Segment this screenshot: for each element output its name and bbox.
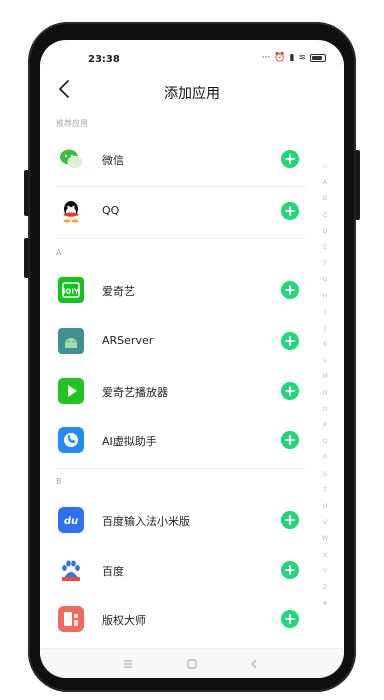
index-letter[interactable]: D (318, 223, 332, 239)
index-letter[interactable]: Q (318, 433, 332, 449)
index-letter[interactable]: X (318, 547, 332, 563)
section-label-recommended: 推荐应用 (56, 119, 88, 128)
index-letter[interactable]: R (318, 449, 332, 465)
index-letter[interactable]: H (318, 288, 332, 304)
app-name: 爱奇艺 (102, 285, 135, 298)
wifi-icon: ≋ (298, 53, 306, 63)
app-name: QQ (102, 204, 120, 217)
index-letter[interactable]: O (318, 401, 332, 417)
index-letter[interactable]: J (318, 320, 332, 336)
svg-text:iQIY: iQIY (63, 288, 80, 296)
arserver-icon (58, 328, 84, 354)
divider (56, 468, 306, 469)
add-button[interactable] (281, 561, 299, 579)
app-row-iqiyi[interactable]: iQIY 爱奇艺 (40, 271, 310, 311)
app-row-arserver[interactable]: ARServer (40, 322, 310, 362)
signal-icon: ▮ (289, 53, 295, 63)
add-button[interactable] (281, 610, 299, 628)
index-letter[interactable]: C (318, 207, 332, 223)
status-bar: 23:38 ··· ⏰ ▮ ≋ (40, 40, 344, 70)
index-letter[interactable]: T (318, 482, 332, 498)
svg-text:du: du (64, 516, 78, 527)
battery-icon (310, 54, 326, 62)
app-name: ARServer (102, 334, 154, 347)
index-letter[interactable]: F (318, 255, 332, 271)
app-name: 百度输入法小米版 (102, 515, 190, 528)
index-letter[interactable]: A (318, 174, 332, 190)
add-button[interactable] (281, 382, 299, 400)
status-time: 23:38 (88, 54, 120, 65)
app-row-baidu-input[interactable]: du 百度输入法小米版 (40, 501, 310, 541)
add-button[interactable] (281, 332, 299, 350)
wechat-icon (58, 146, 84, 172)
app-row-ai-assistant[interactable]: AI虚拟助手 (40, 421, 310, 461)
index-letter[interactable]: M (318, 368, 332, 384)
app-row-copyright-master[interactable]: 版权大师 (40, 600, 310, 640)
index-letter[interactable]: L (318, 352, 332, 368)
divider (56, 238, 306, 239)
add-button[interactable] (281, 431, 299, 449)
iqiyi-player-icon (58, 378, 84, 404)
baidu-input-icon: du (58, 507, 84, 533)
more-icon: ··· (261, 53, 271, 63)
menu-button[interactable] (120, 656, 136, 672)
add-button[interactable] (281, 511, 299, 529)
home-icon (187, 659, 197, 669)
index-letter[interactable]: W (318, 530, 332, 546)
alphabet-index-bar[interactable]: ☆ A B C D E F G H I J K L M N O P Q R S … (318, 158, 332, 611)
add-button[interactable] (281, 202, 299, 220)
index-letter[interactable]: # (318, 595, 332, 611)
app-row-qq[interactable]: QQ (40, 192, 310, 232)
index-letter[interactable]: I (318, 304, 332, 320)
app-name: 百度 (102, 565, 124, 578)
copyright-master-icon (58, 606, 84, 632)
system-nav-bar (40, 648, 344, 678)
divider (56, 186, 306, 187)
add-button[interactable] (281, 150, 299, 168)
add-button[interactable] (281, 281, 299, 299)
index-letter[interactable]: Z (318, 579, 332, 595)
index-letter[interactable]: V (318, 514, 332, 530)
menu-icon (124, 660, 132, 668)
back-triangle-icon (251, 659, 257, 669)
back-nav-button[interactable] (246, 656, 262, 672)
app-name: AI虚拟助手 (102, 435, 157, 448)
index-letter[interactable]: S (318, 466, 332, 482)
section-label-b: B (56, 477, 62, 486)
index-letter[interactable]: E (318, 239, 332, 255)
status-icons: ··· ⏰ ▮ ≋ (262, 53, 326, 63)
screen: 23:38 ··· ⏰ ▮ ≋ 添加应用 推荐应用 微信 QQ A iQIY 爱… (40, 40, 344, 678)
app-row-iqiyi-player[interactable]: 爱奇艺播放器 (40, 372, 310, 412)
index-letter[interactable]: N (318, 385, 332, 401)
index-letter[interactable]: U (318, 498, 332, 514)
page-title: 添加应用 (164, 86, 220, 102)
header: 添加应用 (40, 70, 344, 110)
baidu-icon (58, 557, 84, 583)
phone-side-button (24, 238, 29, 278)
ai-assistant-icon (58, 427, 84, 453)
home-button[interactable] (184, 656, 200, 672)
app-name: 爱奇艺播放器 (102, 386, 168, 399)
app-name: 版权大师 (102, 614, 146, 627)
index-letter[interactable]: K (318, 336, 332, 352)
alarm-icon: ⏰ (274, 53, 286, 63)
index-letter[interactable]: G (318, 271, 332, 287)
app-row-baidu[interactable]: 百度 (40, 551, 310, 591)
qq-icon (58, 198, 84, 224)
index-letter[interactable]: P (318, 417, 332, 433)
app-name: 微信 (102, 154, 124, 167)
phone-side-button (24, 170, 29, 216)
phone-power-button (355, 150, 360, 220)
iqiyi-icon: iQIY (58, 277, 84, 303)
app-row-wechat[interactable]: 微信 (40, 140, 310, 180)
section-label-a: A (56, 248, 62, 257)
index-letter[interactable]: B (318, 190, 332, 206)
index-letter[interactable]: ☆ (318, 158, 332, 174)
index-letter[interactable]: Y (318, 563, 332, 579)
